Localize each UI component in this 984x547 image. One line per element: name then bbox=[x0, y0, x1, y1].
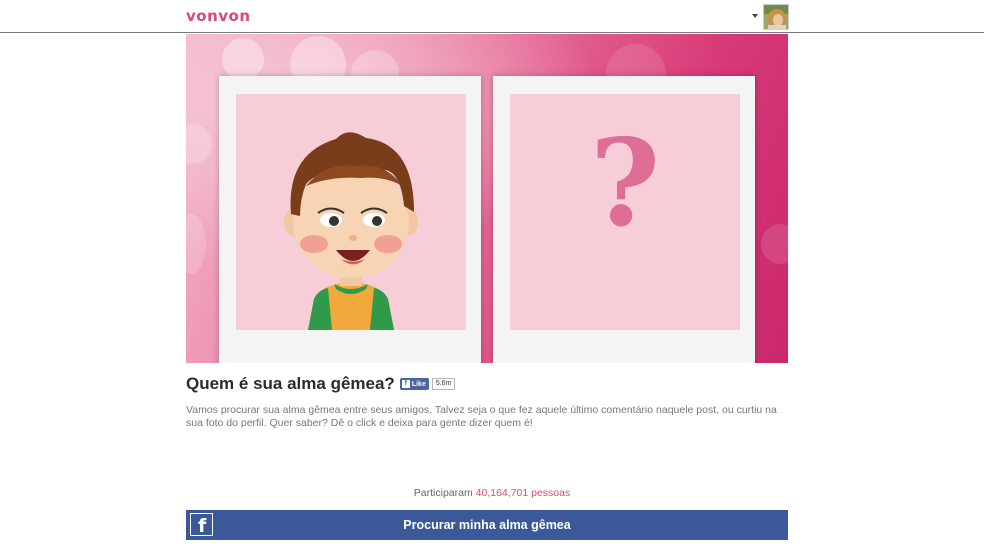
left-photo-card bbox=[219, 76, 481, 363]
participants-number: 40,164,701 pessoas bbox=[475, 487, 571, 499]
bokeh-light bbox=[761, 224, 788, 264]
facebook-like-button[interactable]: f Like bbox=[399, 378, 429, 390]
like-label: Like bbox=[411, 380, 426, 388]
right-photo-card: ? bbox=[493, 76, 755, 363]
avatar-image bbox=[764, 5, 788, 29]
participants-prefix: Participaram bbox=[413, 487, 473, 499]
boy-photo bbox=[236, 94, 466, 330]
hero-banner: ? bbox=[186, 34, 788, 363]
bokeh-light bbox=[186, 214, 206, 274]
participants-count: Participaram 40,164,701 pessoas bbox=[0, 487, 984, 499]
bokeh-light bbox=[222, 38, 264, 80]
find-soulmate-button[interactable]: f Procurar minha alma gêmea bbox=[186, 510, 788, 540]
quiz-title-row: Quem é sua alma gêmea? f Like 5.6m bbox=[186, 374, 456, 394]
find-soulmate-label: Procurar minha alma gêmea bbox=[403, 518, 571, 532]
avatar[interactable] bbox=[763, 4, 789, 30]
facebook-icon: f bbox=[401, 380, 410, 388]
mystery-photo: ? bbox=[510, 94, 740, 330]
quiz-description: Vamos procurar sua alma gêmea entre seus… bbox=[186, 404, 777, 429]
question-mark-icon: ? bbox=[589, 113, 661, 254]
boy-cartoon-illustration bbox=[284, 132, 418, 330]
like-count: 5.6m bbox=[431, 378, 456, 390]
vonvon-logo[interactable]: vonvon bbox=[186, 7, 251, 25]
top-bar: vonvon bbox=[0, 0, 984, 33]
bokeh-light bbox=[186, 124, 212, 164]
account-menu[interactable] bbox=[752, 4, 790, 30]
caret-down-icon[interactable] bbox=[752, 14, 758, 18]
page-title: Quem é sua alma gêmea? bbox=[186, 374, 395, 393]
facebook-like-widget[interactable]: f Like 5.6m bbox=[399, 378, 456, 391]
facebook-icon: f bbox=[190, 513, 213, 537]
